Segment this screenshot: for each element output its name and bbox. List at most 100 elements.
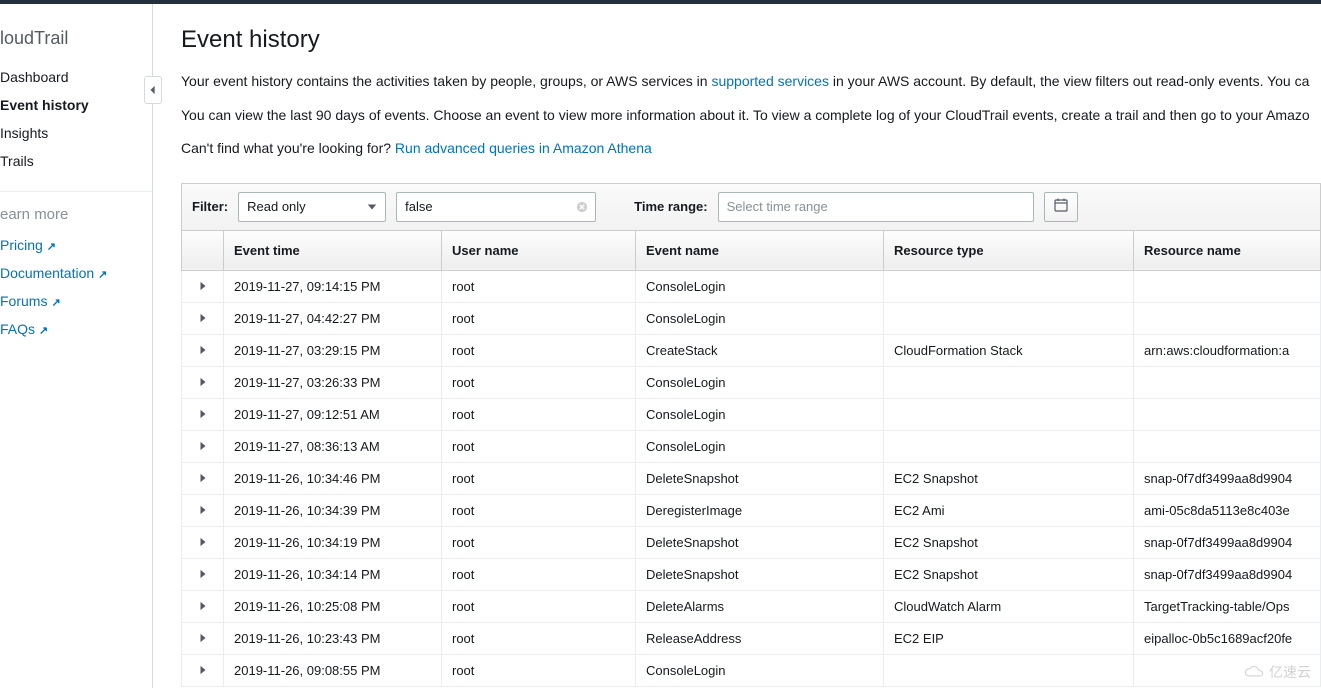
cell-event-time: 2019-11-26, 10:34:46 PM	[224, 462, 442, 494]
caret-right-icon	[199, 439, 207, 454]
expand-toggle[interactable]	[182, 526, 224, 558]
sidebar-link-forums[interactable]: Forums↗	[0, 287, 152, 315]
cell-resource-type: EC2 Snapshot	[884, 462, 1134, 494]
supported-services-link[interactable]: supported services	[711, 73, 829, 89]
cell-resource-name: TargetTracking-table/Ops	[1134, 590, 1321, 622]
filter-value-input[interactable]: false	[396, 192, 596, 222]
caret-right-icon	[199, 343, 207, 358]
expand-toggle[interactable]	[182, 398, 224, 430]
expand-toggle[interactable]	[182, 334, 224, 366]
col-expand[interactable]	[182, 230, 224, 270]
sidebar-nav: Dashboard Event history Insights Trails	[0, 63, 152, 175]
sidebar-item-insights[interactable]: Insights	[0, 119, 152, 147]
cell-event-time: 2019-11-27, 08:36:13 AM	[224, 430, 442, 462]
table-row[interactable]: 2019-11-27, 03:29:15 PMrootCreateStackCl…	[182, 334, 1321, 366]
col-event-name[interactable]: Event name	[636, 230, 884, 270]
cell-user-name: root	[442, 430, 636, 462]
caret-right-icon	[199, 407, 207, 422]
expand-toggle[interactable]	[182, 494, 224, 526]
cell-event-time: 2019-11-26, 09:08:55 PM	[224, 654, 442, 686]
sidebar-item-event-history[interactable]: Event history	[0, 91, 152, 119]
filter-label: Filter:	[192, 199, 228, 214]
cell-user-name: root	[442, 494, 636, 526]
cell-resource-name: snap-0f7df3499aa8d9904	[1134, 558, 1321, 590]
table-row[interactable]: 2019-11-26, 09:08:55 PMrootConsoleLogin	[182, 654, 1321, 686]
cell-event-name: CreateStack	[636, 334, 884, 366]
expand-toggle[interactable]	[182, 302, 224, 334]
cell-event-time: 2019-11-26, 10:23:43 PM	[224, 622, 442, 654]
sidebar-item-dashboard[interactable]: Dashboard	[0, 63, 152, 91]
sidebar-link-documentation[interactable]: Documentation↗	[0, 259, 152, 287]
service-title: loudTrail	[0, 28, 152, 63]
cell-event-time: 2019-11-26, 10:34:14 PM	[224, 558, 442, 590]
table-row[interactable]: 2019-11-26, 10:34:19 PMrootDeleteSnapsho…	[182, 526, 1321, 558]
cell-event-name: ConsoleLogin	[636, 302, 884, 334]
cell-user-name: root	[442, 558, 636, 590]
cell-user-name: root	[442, 622, 636, 654]
cell-event-name: DeregisterImage	[636, 494, 884, 526]
watermark: 亿速云	[1243, 662, 1311, 682]
expand-toggle[interactable]	[182, 462, 224, 494]
athena-link[interactable]: Run advanced queries in Amazon Athena	[395, 140, 652, 156]
cell-event-time: 2019-11-26, 10:34:39 PM	[224, 494, 442, 526]
cell-resource-type: CloudFormation Stack	[884, 334, 1134, 366]
clear-icon[interactable]	[575, 200, 589, 214]
external-link-icon: ↗	[98, 268, 107, 281]
sidebar-link-faqs[interactable]: FAQs↗	[0, 315, 152, 343]
page-title: Event history	[181, 26, 1321, 54]
col-event-time[interactable]: Event time	[224, 230, 442, 270]
col-resource-type[interactable]: Resource type	[884, 230, 1134, 270]
time-range-input[interactable]: Select time range	[718, 192, 1034, 222]
table-row[interactable]: 2019-11-26, 10:23:43 PMrootReleaseAddres…	[182, 622, 1321, 654]
collapse-sidebar-button[interactable]	[144, 76, 162, 104]
chevron-left-icon	[149, 82, 157, 98]
col-user-name[interactable]: User name	[442, 230, 636, 270]
filter-bar: Filter: Read only false Time range: Sele…	[181, 183, 1321, 230]
expand-toggle[interactable]	[182, 622, 224, 654]
table-row[interactable]: 2019-11-27, 08:36:13 AMrootConsoleLogin	[182, 430, 1321, 462]
sidebar-item-trails[interactable]: Trails	[0, 147, 152, 175]
cell-user-name: root	[442, 366, 636, 398]
cell-event-time: 2019-11-27, 09:12:51 AM	[224, 398, 442, 430]
expand-toggle[interactable]	[182, 558, 224, 590]
expand-toggle[interactable]	[182, 366, 224, 398]
cell-event-name: ConsoleLogin	[636, 366, 884, 398]
cell-user-name: root	[442, 590, 636, 622]
caret-right-icon	[199, 503, 207, 518]
main-content: Event history Your event history contain…	[153, 4, 1321, 688]
external-link-icon: ↗	[39, 324, 48, 337]
expand-toggle[interactable]	[182, 270, 224, 302]
table-row[interactable]: 2019-11-27, 09:14:15 PMrootConsoleLogin	[182, 270, 1321, 302]
caret-right-icon	[199, 375, 207, 390]
table-row[interactable]: 2019-11-26, 10:25:08 PMrootDeleteAlarmsC…	[182, 590, 1321, 622]
expand-toggle[interactable]	[182, 654, 224, 686]
sidebar-link-pricing[interactable]: Pricing↗	[0, 231, 152, 259]
filter-attribute-select[interactable]: Read only	[238, 192, 386, 222]
col-resource-name[interactable]: Resource name	[1134, 230, 1321, 270]
cell-resource-type	[884, 270, 1134, 302]
cell-event-time: 2019-11-26, 10:34:19 PM	[224, 526, 442, 558]
calendar-button[interactable]	[1044, 192, 1078, 222]
caret-right-icon	[199, 279, 207, 294]
cell-resource-name: ami-05c8da5113e8c403e	[1134, 494, 1321, 526]
table-row[interactable]: 2019-11-27, 03:26:33 PMrootConsoleLogin	[182, 366, 1321, 398]
cell-event-name: DeleteSnapshot	[636, 558, 884, 590]
cell-event-name: DeleteSnapshot	[636, 526, 884, 558]
cell-event-name: ConsoleLogin	[636, 398, 884, 430]
table-row[interactable]: 2019-11-26, 10:34:46 PMrootDeleteSnapsho…	[182, 462, 1321, 494]
table-row[interactable]: 2019-11-26, 10:34:39 PMrootDeregisterIma…	[182, 494, 1321, 526]
cell-resource-name	[1134, 270, 1321, 302]
table-row[interactable]: 2019-11-27, 09:12:51 AMrootConsoleLogin	[182, 398, 1321, 430]
cell-resource-name	[1134, 366, 1321, 398]
table-row[interactable]: 2019-11-27, 04:42:27 PMrootConsoleLogin	[182, 302, 1321, 334]
cell-resource-name	[1134, 302, 1321, 334]
expand-toggle[interactable]	[182, 590, 224, 622]
events-table: Event time User name Event name Resource…	[181, 230, 1321, 687]
cell-resource-type: EC2 Snapshot	[884, 558, 1134, 590]
cell-resource-name	[1134, 398, 1321, 430]
expand-toggle[interactable]	[182, 430, 224, 462]
cell-resource-type: EC2 Ami	[884, 494, 1134, 526]
table-row[interactable]: 2019-11-26, 10:34:14 PMrootDeleteSnapsho…	[182, 558, 1321, 590]
cell-resource-name: snap-0f7df3499aa8d9904	[1134, 526, 1321, 558]
caret-right-icon	[199, 567, 207, 582]
